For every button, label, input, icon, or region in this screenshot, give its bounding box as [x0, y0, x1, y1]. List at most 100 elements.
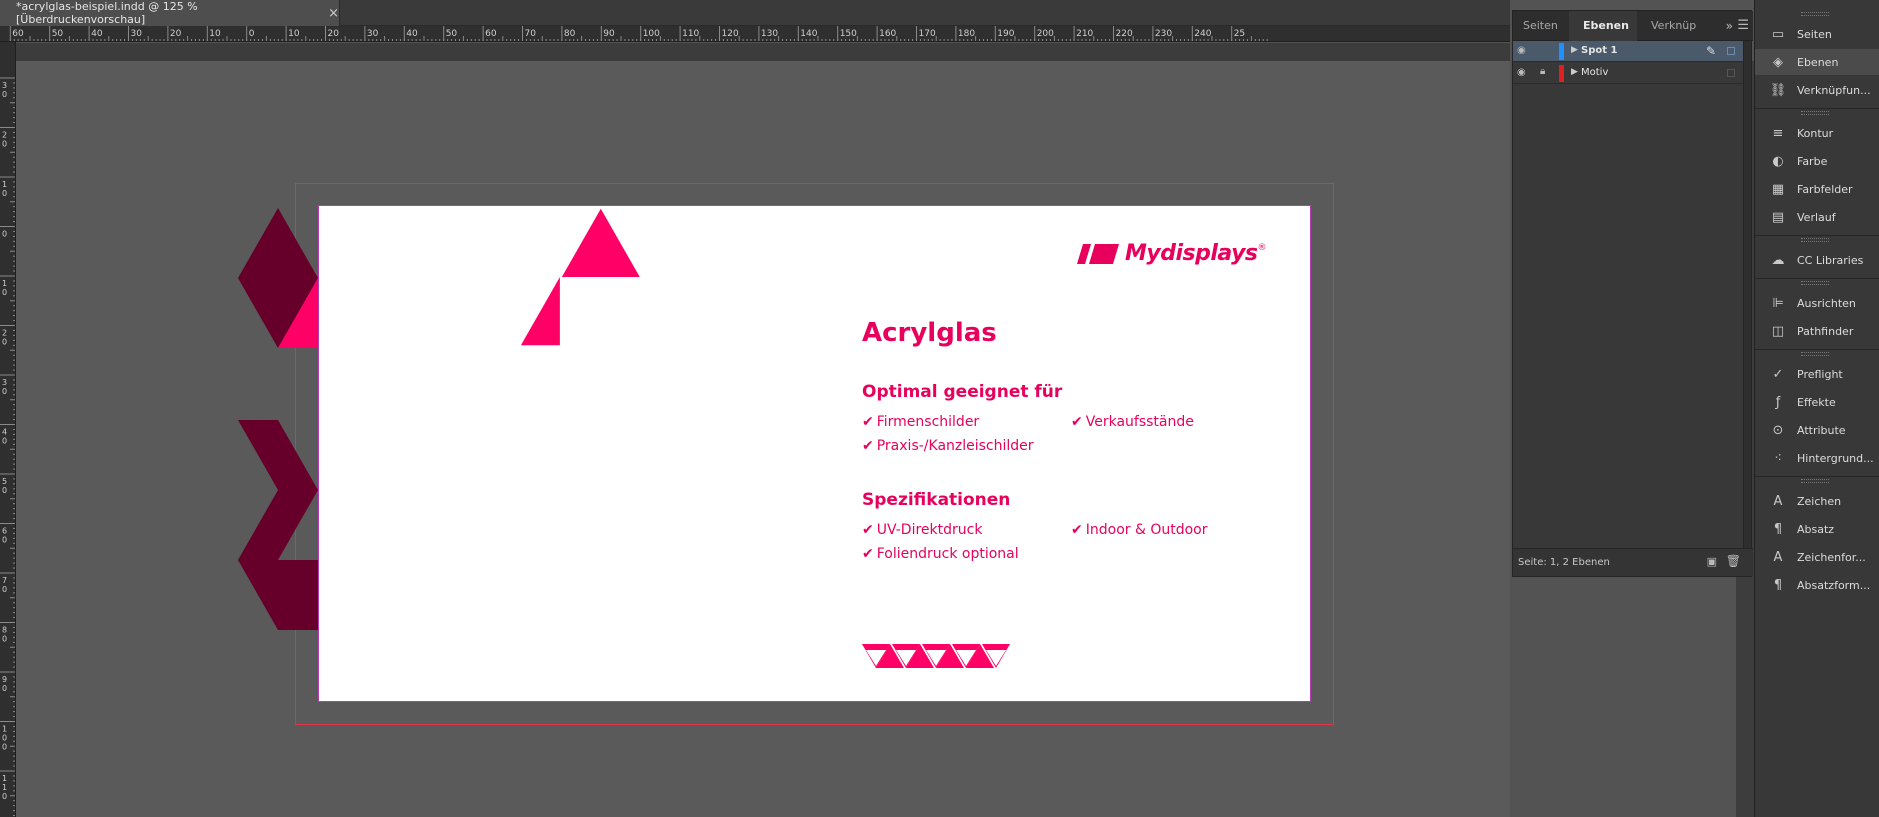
ruler-label: 30: [131, 29, 143, 39]
new-layer-icon[interactable]: ▣: [1707, 555, 1717, 568]
layers-status-text: Seite: 1, 2 Ebenen: [1518, 557, 1610, 568]
dock-item-pathfinder[interactable]: ◫ Pathfinder: [1755, 318, 1879, 344]
document-tab-title: *acrylglas-beispiel.indd @ 125 % [Überdr…: [16, 0, 198, 26]
pages-icon: ▭: [1771, 26, 1785, 42]
dock-item-kontur[interactable]: ≡ Kontur: [1755, 120, 1879, 146]
tab-seiten[interactable]: Seiten: [1515, 11, 1566, 41]
dock-item-attribute[interactable]: ⊙ Attribute: [1755, 417, 1879, 443]
dock-group-grip[interactable]: [1801, 12, 1829, 16]
ruler-label: 20: [328, 29, 340, 39]
panel-menu-icon[interactable]: ☰: [1737, 11, 1749, 41]
layer-name[interactable]: Spot 1: [1581, 45, 1617, 56]
ruler-label: 0: [2, 140, 7, 149]
lock-icon[interactable]: 🔒︎: [1540, 66, 1554, 80]
links-icon: ⛓: [1769, 82, 1787, 98]
ruler-label: 0: [2, 743, 7, 752]
layer-selection-square[interactable]: [1727, 69, 1735, 77]
ruler-label: 1: [2, 774, 7, 783]
check-icon: ✔: [1071, 522, 1083, 538]
dock-item-ebenen[interactable]: ◈ Ebenen: [1755, 49, 1879, 75]
page-headline: Acrylglas: [862, 318, 997, 348]
eye-icon[interactable]: ◉: [1517, 45, 1531, 57]
dock-item-preflight[interactable]: ✓ Preflight: [1755, 361, 1879, 387]
ruler-label: 0: [249, 29, 255, 39]
document-tab[interactable]: *acrylglas-beispiel.indd @ 125 % [Überdr…: [0, 0, 340, 26]
lock-toggle[interactable]: [1540, 44, 1554, 58]
ruler-label: 130: [761, 29, 778, 39]
layer-selection-square[interactable]: [1727, 47, 1735, 55]
layer-row-motiv[interactable]: ◉ 🔒︎ ▶ Motiv: [1513, 63, 1745, 84]
ruler-label: 1: [2, 725, 7, 734]
dock-item-label: Absatz: [1797, 522, 1835, 536]
dock-item-farbe[interactable]: ◐ Farbe: [1755, 148, 1879, 174]
expand-triangle-icon[interactable]: ▶: [1571, 45, 1578, 55]
ruler-label: 0: [2, 486, 7, 495]
ruler-label: 0: [2, 338, 7, 347]
ruler-label: 140: [800, 29, 817, 39]
dock-separator: [1755, 278, 1879, 279]
vertical-ruler-ticks: 3020100102030405060708090100110120: [0, 77, 15, 817]
layers-panel-scrollbar[interactable]: [1743, 41, 1751, 549]
tab-ebenen[interactable]: Ebenen: [1569, 11, 1637, 41]
preflight-icon: ✓: [1772, 366, 1784, 382]
layer-name[interactable]: Motiv: [1581, 67, 1608, 78]
ruler-label: 30: [367, 29, 379, 39]
bullet-item: ✔ Praxis-/Kanzleischilder: [862, 438, 1034, 454]
ruler-label: 110: [682, 29, 699, 39]
ruler-label: 2: [2, 329, 7, 338]
tab-verknuepfungen[interactable]: Verknüp: [1643, 11, 1704, 41]
dock-item-zeichenfor[interactable]: A Zeichenfor...: [1755, 544, 1879, 570]
layer-row-spot-1[interactable]: ◉ ▶ Spot 1 ✎: [1513, 41, 1745, 62]
dock-item-absatzform[interactable]: ¶ Absatzform...: [1755, 572, 1879, 598]
trash-icon[interactable]: 🗑︎: [1726, 554, 1741, 568]
dock-item-effekte[interactable]: ƒ Effekte: [1755, 389, 1879, 415]
dock-group-grip[interactable]: [1801, 479, 1829, 483]
eye-icon[interactable]: ◉: [1517, 67, 1531, 79]
bullet-item: ✔ Indoor & Outdoor: [1071, 522, 1208, 538]
ruler-label: 0: [2, 437, 7, 446]
dock-item-label: Kontur: [1797, 126, 1834, 140]
ruler-label: 0: [2, 189, 7, 198]
expand-panel-icon[interactable]: »: [1726, 11, 1733, 41]
dock-item-farbfelder[interactable]: ▦ Farbfelder: [1755, 176, 1879, 202]
dock-item-label: Ebenen: [1797, 55, 1839, 69]
ruler-label: 0: [2, 792, 7, 801]
dock-item-label: Zeichen: [1797, 494, 1842, 508]
dock-item-verkn-pfun[interactable]: ⛓ Verknüpfun...: [1755, 77, 1879, 103]
ruler-label: 240: [1194, 29, 1211, 39]
dock-group-grip[interactable]: [1801, 281, 1829, 285]
dock-item-zeichen[interactable]: A Zeichen: [1755, 488, 1879, 514]
ruler-label: 60: [12, 29, 24, 39]
dock-item-hintergrund[interactable]: ⁖ Hintergrund...: [1755, 445, 1879, 471]
dock-item-label: Pathfinder: [1797, 324, 1854, 338]
page-triangle-artwork: [520, 208, 640, 346]
layers-panel[interactable]: Seiten Ebenen Verknüp » ☰ ◉ ▶ Spot 1 ✎ ◉…: [1512, 10, 1753, 577]
dock-item-seiten[interactable]: ▭ Seiten: [1755, 21, 1879, 47]
dock-item-absatz[interactable]: ¶ Absatz: [1755, 516, 1879, 542]
vertical-ruler[interactable]: 3020100102030405060708090100110120: [0, 42, 16, 817]
ruler-label: 90: [603, 29, 615, 39]
dock-item-cc-libraries[interactable]: ☁ CC Libraries: [1755, 247, 1879, 273]
horizontal-ruler[interactable]: 60 50 40 30 20 10 0 10 20 30 40 50 60 70 80 90 100 110 120…: [0, 26, 1510, 42]
dock-item-verlauf[interactable]: ▤ Verlauf: [1755, 204, 1879, 230]
dock-separator: [1755, 235, 1879, 236]
dock-item-ausrichten[interactable]: ⊫ Ausrichten: [1755, 290, 1879, 316]
dock-group-grip[interactable]: [1801, 111, 1829, 115]
ruler-label: 150: [840, 29, 857, 39]
stroke-icon: ≡: [1772, 125, 1784, 141]
dock-item-label: Verknüpfun...: [1797, 83, 1871, 97]
document-page[interactable]: Mydisplays ® Acrylglas Optimal geeignet …: [318, 205, 1311, 702]
dock-group-grip[interactable]: [1801, 238, 1829, 242]
ruler-label: 6: [2, 527, 7, 536]
dock-item-label: Attribute: [1797, 423, 1846, 437]
ruler-label: 0: [2, 635, 7, 644]
ruler-label: 50: [446, 29, 458, 39]
logo-mark-icon: [1077, 243, 1119, 264]
expand-triangle-icon[interactable]: ▶: [1571, 67, 1578, 77]
dock-group-grip[interactable]: [1801, 352, 1829, 356]
layers-icon: ◈: [1773, 54, 1783, 70]
close-tab-icon[interactable]: ×: [328, 6, 339, 21]
pasteboard-top-strip: [16, 43, 1510, 61]
ruler-label: 180: [958, 29, 975, 39]
document-tab-bar: *acrylglas-beispiel.indd @ 125 % [Überdr…: [0, 0, 1510, 26]
